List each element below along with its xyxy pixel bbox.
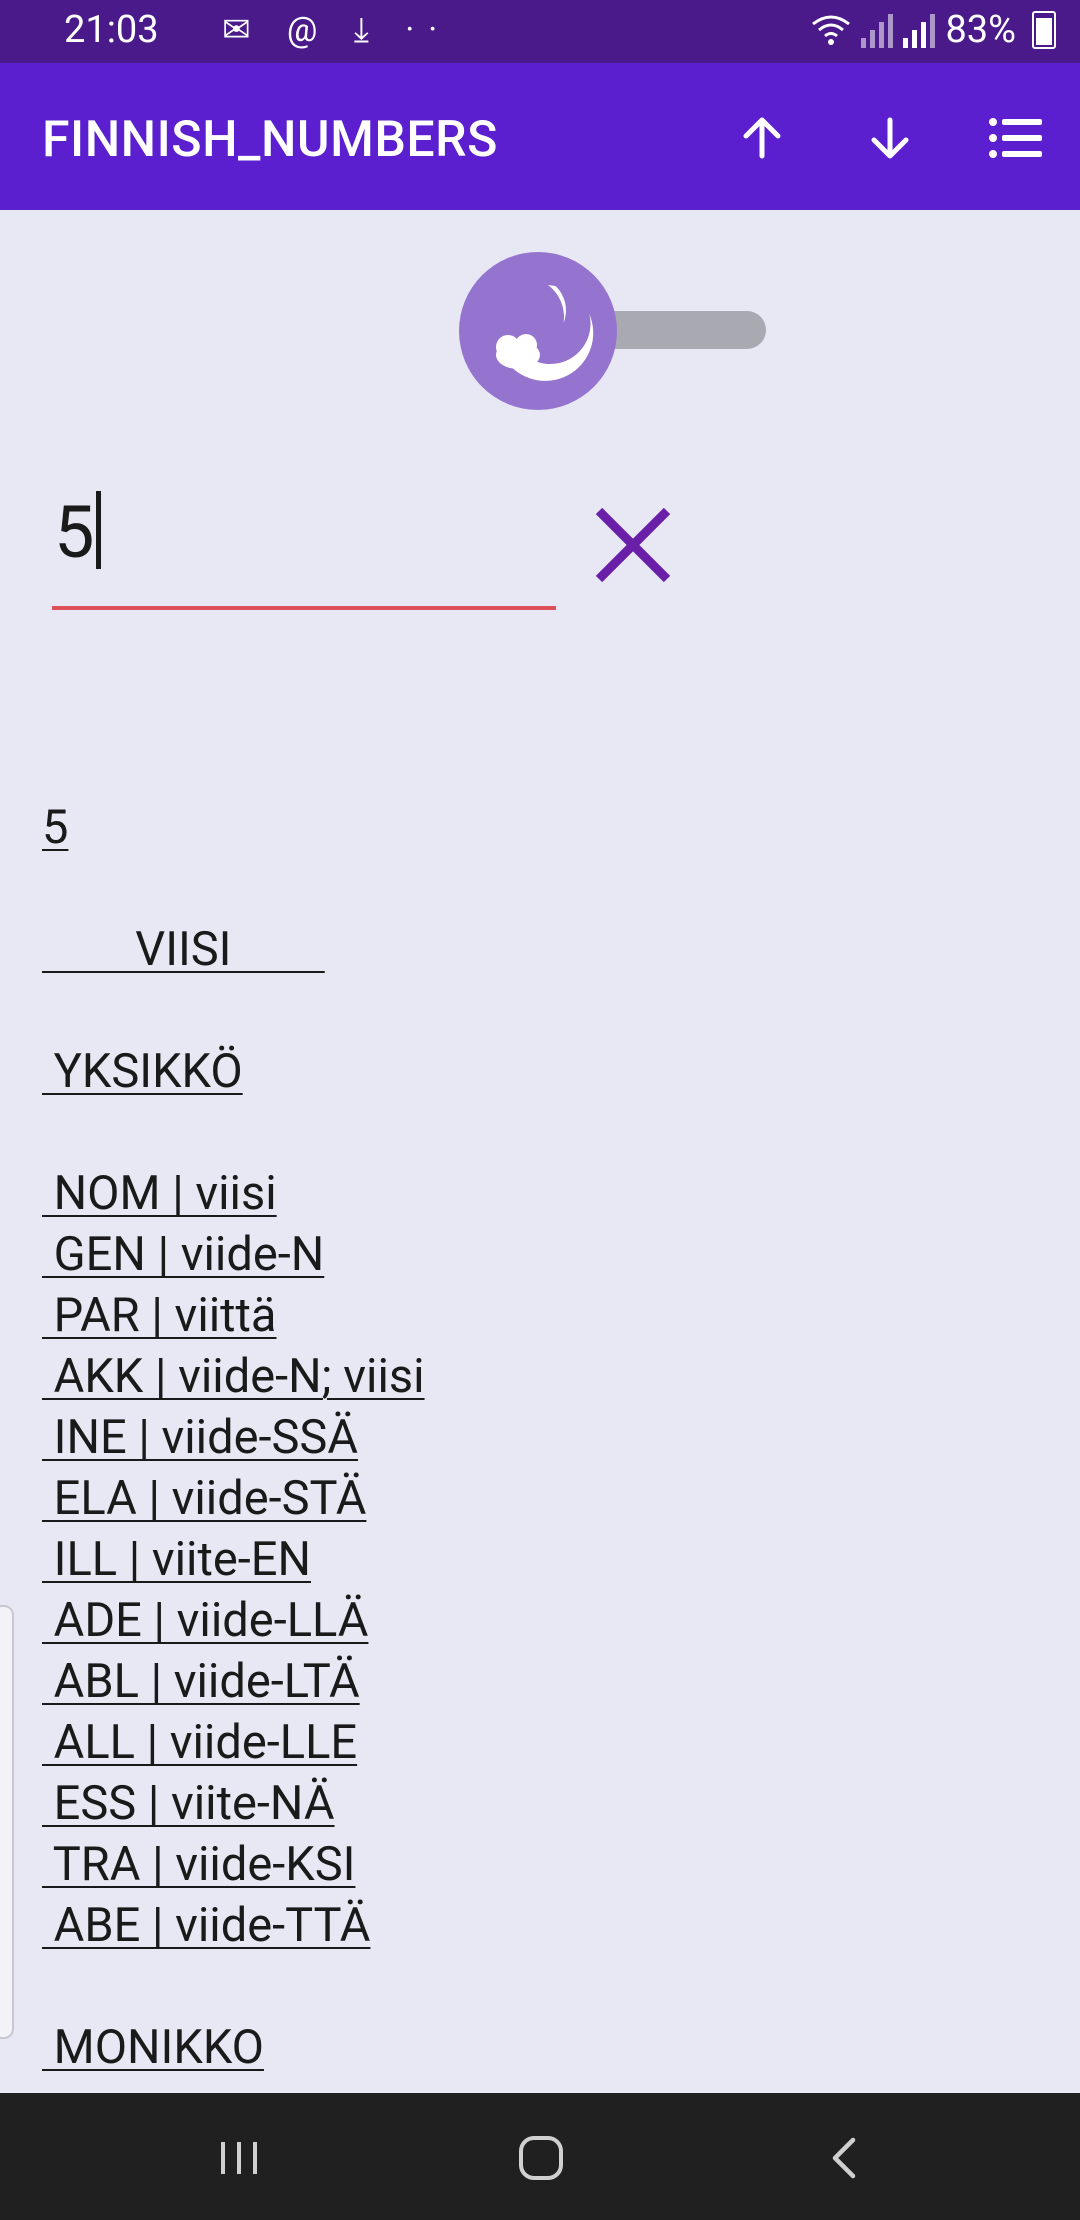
result-number: 5 [42, 800, 69, 855]
back-button[interactable] [800, 2118, 890, 2198]
battery-percent: 83% [945, 8, 1016, 52]
case-row: TRA | viide-KSI [42, 1837, 356, 1892]
case-row: GEN | viide-N [42, 1227, 325, 1282]
case-row: ABL | viide-LTÄ [42, 1654, 360, 1709]
text-caret [96, 491, 102, 569]
navigation-bar [0, 2093, 1080, 2220]
scroll-down-button[interactable] [855, 103, 925, 173]
signal-roaming-icon [903, 12, 936, 48]
arrow-up-icon [743, 117, 781, 159]
result-word: VIISI [42, 922, 325, 977]
case-row: ABE | viide-TTÄ [42, 1898, 371, 1953]
scroll-up-button[interactable] [727, 103, 797, 173]
close-icon [595, 507, 671, 583]
status-right: 83% [811, 8, 1056, 52]
list-menu-icon [989, 118, 1042, 158]
case-row: ELA | viide-STÄ [42, 1471, 367, 1526]
case-row: ILL | viite-EN [42, 1532, 312, 1587]
notification-icons: ✉ @ ⤓ ·· [222, 10, 452, 50]
number-input-value: 5 [54, 490, 95, 575]
app-bar: FINNISH_NUMBERS [0, 63, 1080, 210]
case-row: AKK | viide-N; viisi [42, 1349, 425, 1404]
recents-button[interactable] [194, 2118, 284, 2198]
theme-toggle[interactable] [459, 252, 617, 410]
singular-heading: YKSIKKÖ [42, 1044, 243, 1099]
recents-icon [221, 2142, 257, 2174]
case-row: PAR | viittä [42, 1288, 277, 1343]
status-time: 21:03 [64, 8, 159, 52]
clear-button[interactable] [588, 500, 678, 590]
input-underline [52, 606, 556, 610]
case-row: INE | viide-SSÄ [42, 1410, 358, 1465]
wifi-icon [812, 15, 851, 45]
case-row: ESS | viite-NÄ [42, 1776, 335, 1831]
list-menu-button[interactable] [980, 103, 1050, 173]
arrow-down-icon [871, 117, 909, 159]
battery-icon [1032, 11, 1056, 49]
case-row: ALL | viide-LLE [42, 1715, 358, 1770]
number-input[interactable]: 5 [52, 470, 556, 610]
case-row: NOM | viisi [42, 1166, 277, 1221]
back-icon [832, 2137, 856, 2179]
status-bar: 21:03 ✉ @ ⤓ ·· 83% [0, 0, 1080, 63]
case-row: ADE | viide-LLÄ [42, 1593, 369, 1648]
home-button[interactable] [496, 2118, 586, 2198]
moon-icon [496, 283, 594, 381]
plural-heading: MONIKKO [42, 2020, 264, 2075]
edge-panel-handle[interactable] [0, 1605, 14, 2039]
home-icon [519, 2136, 563, 2180]
signal-icon [861, 12, 894, 48]
app-title: FINNISH_NUMBERS [42, 111, 498, 169]
